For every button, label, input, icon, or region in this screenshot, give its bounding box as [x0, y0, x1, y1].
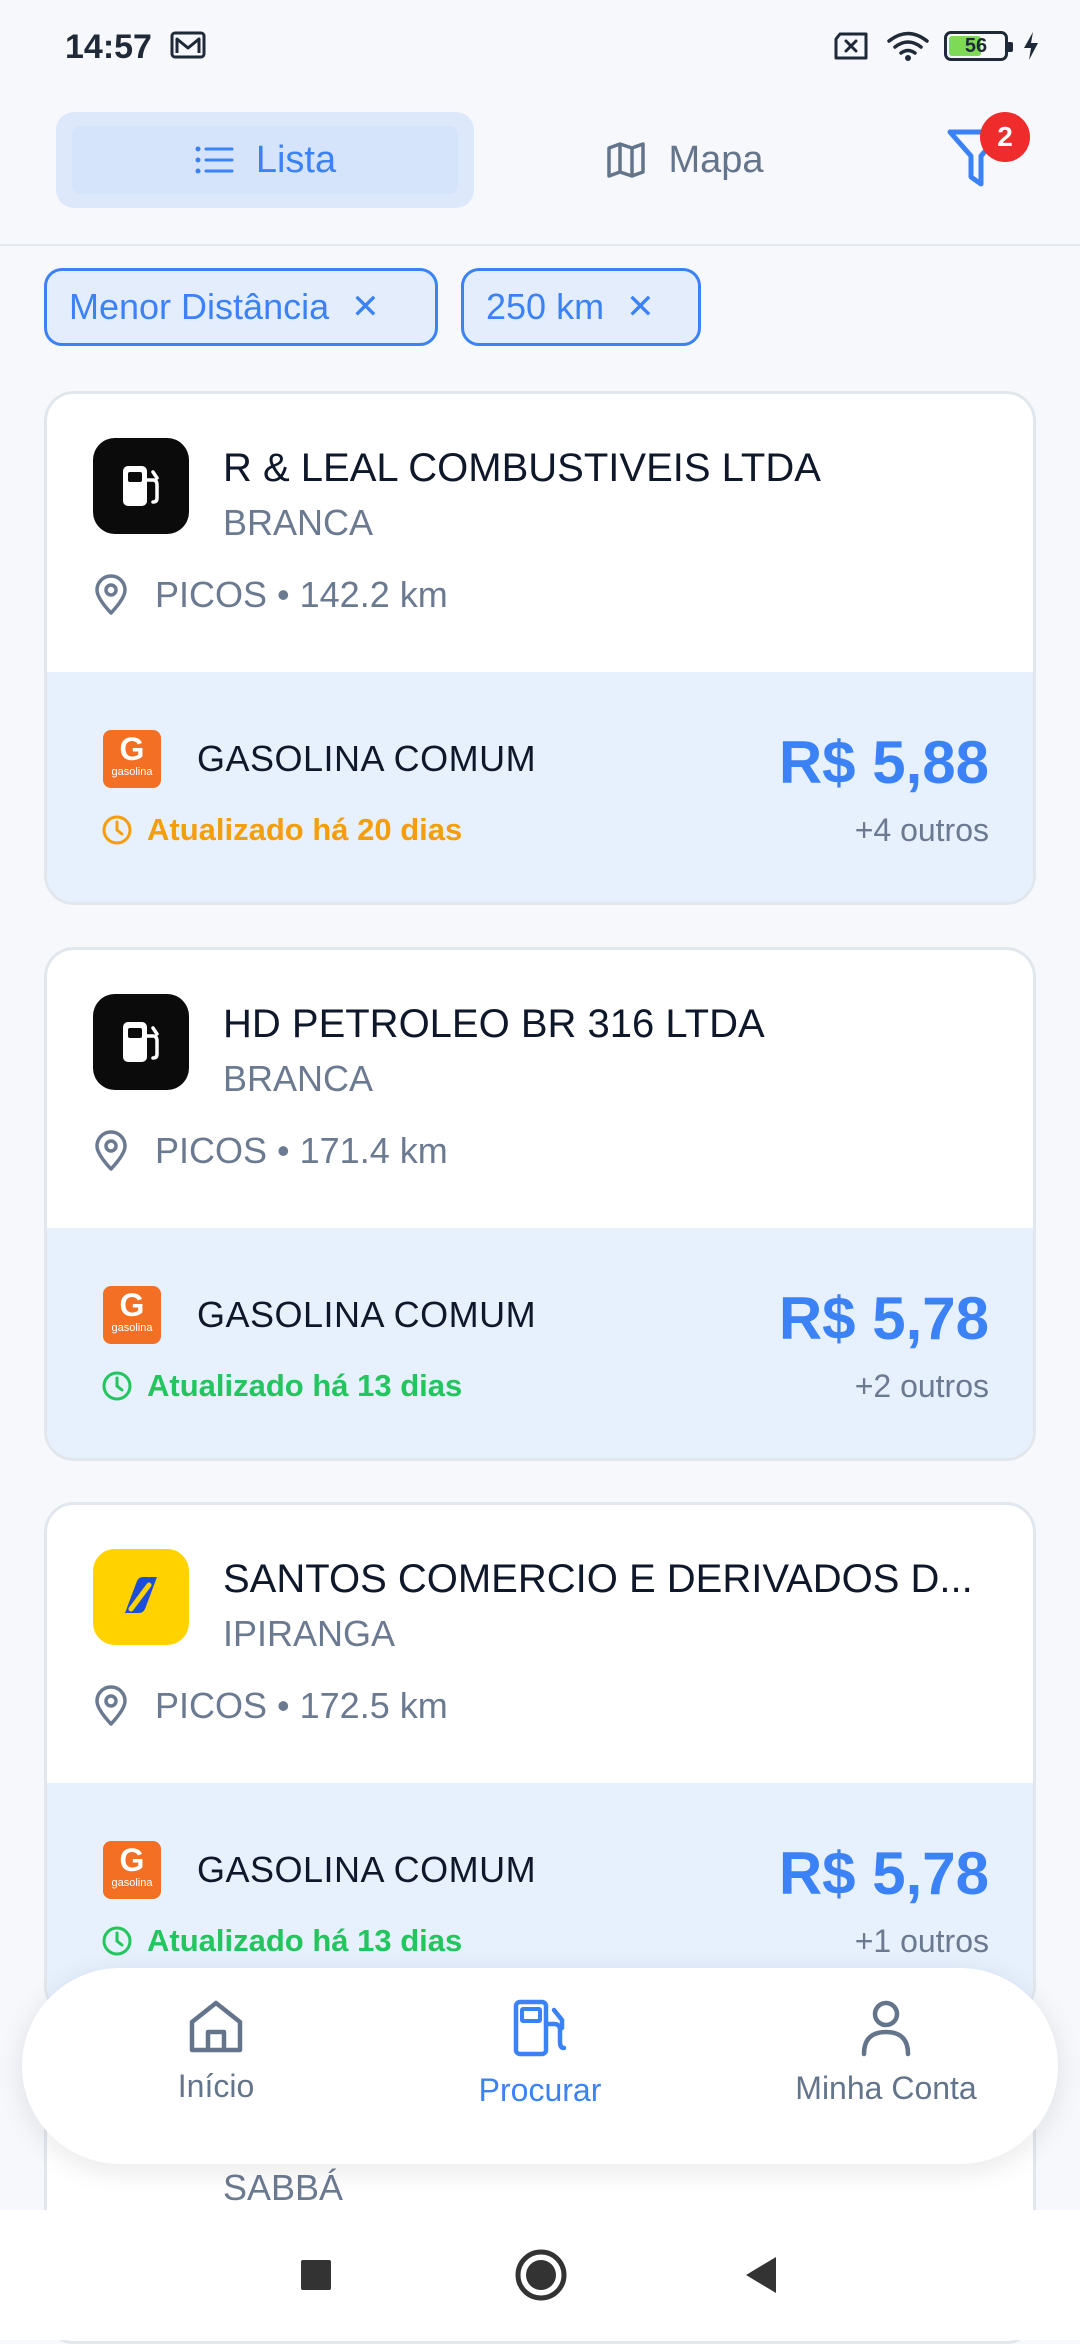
station-location: PICOS • 171.4 km [93, 1130, 448, 1172]
price-panel: G gasolina GASOLINA COMUM Atualizado há … [47, 1228, 1033, 1458]
tab-map[interactable]: Mapa [560, 112, 810, 208]
location-text: PICOS • 142.2 km [155, 574, 448, 615]
other-fuels-count: +2 outros [854, 1368, 989, 1404]
tab-list-label: Lista [255, 138, 337, 181]
chip-label: 250 km [486, 286, 605, 327]
filter-count-badge: 2 [980, 112, 1030, 162]
station-card[interactable]: R & LEAL COMBUSTIVEIS LTDA BRANCA PICOS … [44, 391, 1036, 905]
station-name: R & LEAL COMBUSTIVEIS LTDA [223, 446, 821, 490]
status-icons: 56 [832, 30, 1040, 62]
other-fuels-count: +1 outros [854, 1923, 989, 1959]
home-button-icon[interactable] [514, 2248, 568, 2302]
location-text: PICOS • 172.5 km [155, 1685, 448, 1726]
gasoline-icon: G gasolina [103, 730, 161, 788]
nav-inicio-label: Início [177, 2068, 255, 2104]
fuel-name: GASOLINA COMUM [197, 738, 537, 779]
nav-minha-conta[interactable]: Minha Conta [736, 1998, 1036, 2107]
gasoline-icon: G gasolina [103, 1841, 161, 1899]
station-name: HD PETROLEO BR 316 LTDA [223, 1002, 765, 1046]
back-icon[interactable] [742, 2248, 782, 2302]
updated-text: Atualizado há 20 dias [147, 812, 463, 847]
gasoline-icon: G gasolina [103, 1286, 161, 1344]
station-location: PICOS • 142.2 km [93, 574, 448, 616]
map-icon [607, 142, 646, 178]
recents-icon[interactable] [298, 2248, 334, 2302]
system-navigation-bar [0, 2210, 1080, 2340]
chip-label: Menor Distância [69, 286, 330, 327]
fuel-pump-logo-icon [93, 994, 189, 1090]
map-pin-icon [95, 1130, 127, 1171]
list-icon [195, 146, 234, 174]
updated-text: Atualizado há 13 dias [147, 1368, 463, 1403]
view-switcher: Lista Mapa [0, 96, 1080, 246]
map-pin-icon [95, 1685, 127, 1726]
user-icon [861, 2000, 911, 2057]
fuel-name: GASOLINA COMUM [197, 1849, 537, 1890]
map-pin-icon [95, 574, 127, 615]
wifi-icon [887, 31, 929, 61]
chip-menor-distancia[interactable]: Menor Distância ✕ [44, 268, 438, 346]
station-location: PICOS • 172.5 km [93, 1685, 448, 1727]
station-card[interactable]: SANTOS COMERCIO E DERIVADOS D... IPIRANG… [44, 1502, 1036, 2016]
fuel-pump-logo-icon [93, 438, 189, 534]
price: R$ 5,78 [778, 1840, 989, 1907]
chip-250-km[interactable]: 250 km ✕ [461, 268, 701, 346]
close-icon[interactable]: ✕ [626, 290, 655, 324]
charging-icon [1024, 32, 1038, 60]
station-brand: BRANCA [223, 1058, 374, 1099]
station-brand: BRANCA [223, 502, 374, 543]
sim-off-icon [834, 32, 868, 60]
home-icon [189, 2000, 243, 2053]
status-bar: 14:57 56 [0, 0, 1080, 96]
battery-level: 56 [964, 35, 988, 57]
station-name: SANTOS COMERCIO E DERIVADOS D... [223, 1557, 973, 1601]
battery-nub [1008, 42, 1013, 52]
tab-map-label: Mapa [668, 138, 764, 181]
tab-list[interactable]: Lista [56, 112, 474, 208]
station-card[interactable]: HD PETROLEO BR 316 LTDA BRANCA PICOS • 1… [44, 947, 1036, 1461]
gmail-notification-icon [170, 31, 206, 59]
updated-status: Atualizado há 20 dias [101, 812, 462, 848]
nav-inicio[interactable]: Início [66, 1998, 366, 2105]
fuel-name: GASOLINA COMUM [197, 1294, 537, 1335]
status-time: 14:57 [65, 28, 152, 66]
location-text: PICOS • 171.4 km [155, 1130, 448, 1171]
other-fuels-count: +4 outros [854, 812, 989, 848]
clock-icon [102, 1371, 132, 1401]
station-brand: SABBÁ [223, 2167, 344, 2208]
price: R$ 5,78 [778, 1285, 989, 1352]
updated-status: Atualizado há 13 dias [101, 1923, 462, 1959]
updated-text: Atualizado há 13 dias [147, 1923, 463, 1958]
price: R$ 5,88 [778, 729, 989, 796]
price-panel: G gasolina GASOLINA COMUM Atualizado há … [47, 672, 1033, 902]
bottom-navigation: Início Procurar Minha Conta [22, 1968, 1058, 2164]
updated-status: Atualizado há 13 dias [101, 1368, 462, 1404]
nav-minha-conta-label: Minha Conta [795, 2070, 977, 2106]
nav-procurar-label: Procurar [478, 2072, 602, 2108]
close-icon[interactable]: ✕ [351, 290, 380, 324]
fuel-pump-icon [513, 1999, 567, 2057]
clock-icon [102, 1926, 132, 1956]
station-brand: IPIRANGA [223, 1613, 396, 1654]
nav-procurar[interactable]: Procurar [390, 1998, 690, 2109]
clock-icon [102, 815, 132, 845]
battery-indicator: 56 [944, 31, 1013, 61]
ipiranga-logo-icon [93, 1549, 189, 1645]
